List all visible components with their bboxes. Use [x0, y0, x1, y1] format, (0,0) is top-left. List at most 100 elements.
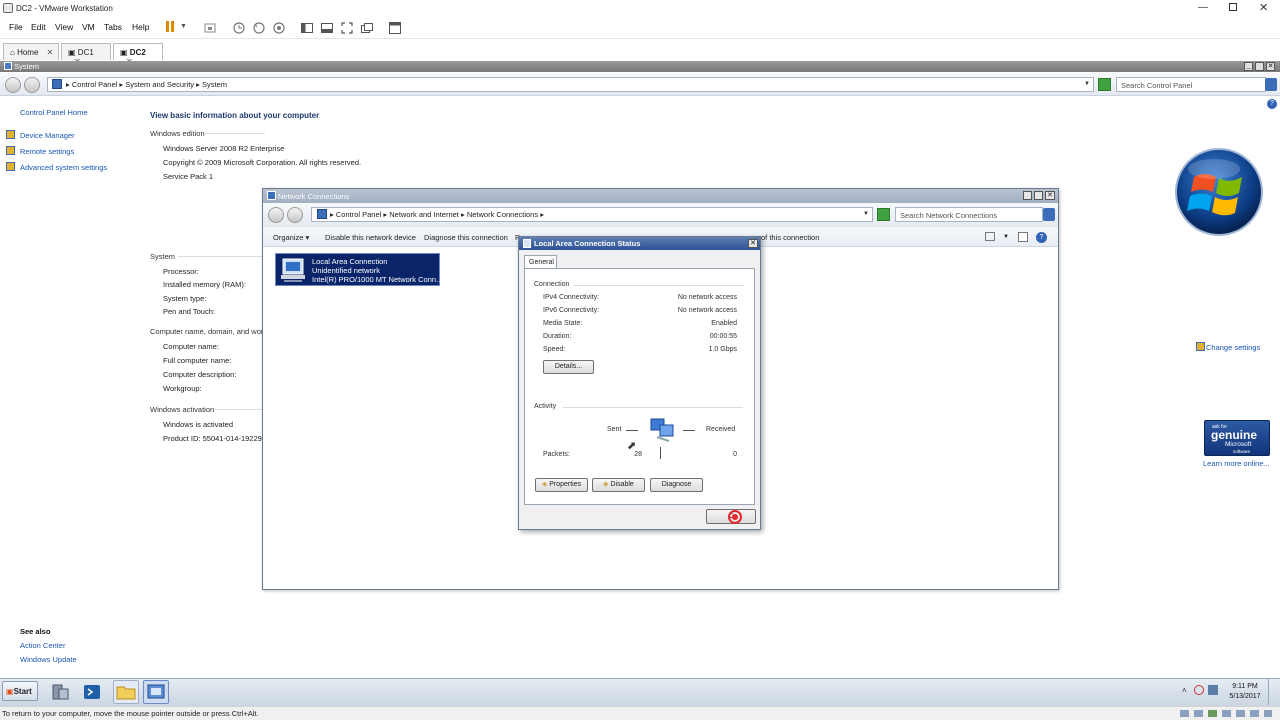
search-network-connections-input[interactable]: Search Network Connections: [895, 207, 1043, 222]
system-restore-icon[interactable]: [1255, 62, 1264, 71]
search-control-panel-input[interactable]: Search Control Panel: [1116, 77, 1266, 92]
breadcrumb-control-panel[interactable]: Control Panel: [336, 210, 381, 219]
menu-edit[interactable]: Edit: [31, 22, 46, 32]
connection-adapter: Intel(R) PRO/1000 MT Network Conn...: [312, 275, 443, 284]
device-status-icons[interactable]: [1178, 709, 1274, 718]
breadcrumb-system-security[interactable]: System and Security: [125, 80, 194, 89]
close-icon[interactable]: ✕: [1259, 1, 1268, 14]
tab-home[interactable]: ⌂ Home ✕: [3, 43, 59, 60]
remote-settings-link[interactable]: Remote settings: [20, 147, 74, 156]
menu-tabs[interactable]: Tabs: [104, 22, 122, 32]
back-icon[interactable]: [5, 77, 21, 93]
advanced-system-settings-link[interactable]: Advanced system settings: [20, 163, 107, 172]
windows-activation-heading: Windows activation: [150, 405, 215, 414]
system-close-icon[interactable]: ✕: [1266, 62, 1275, 71]
start-button[interactable]: ▣Start: [2, 681, 38, 701]
server-manager-icon[interactable]: [50, 682, 70, 702]
properties-button[interactable]: ◈ Properties: [535, 478, 588, 492]
general-tab-panel: [524, 268, 755, 505]
preview-pane-icon[interactable]: [1018, 232, 1028, 242]
show-hidden-icons-icon[interactable]: ˄: [1182, 686, 1187, 695]
refresh-icon[interactable]: [877, 208, 890, 221]
tab-home-label: Home: [17, 48, 39, 57]
console-view-icon[interactable]: [388, 21, 402, 35]
local-area-connection-item[interactable]: Local Area Connection Unidentified netwo…: [275, 253, 443, 286]
pause-icon[interactable]: [165, 21, 175, 32]
search-icon[interactable]: [1265, 78, 1277, 91]
thumbnail-bar-icon[interactable]: [320, 21, 334, 35]
device-manager-link[interactable]: Device Manager: [20, 131, 75, 140]
details-button[interactable]: Details...: [543, 360, 594, 374]
help-icon[interactable]: ?: [1036, 232, 1047, 243]
minimize-icon[interactable]: —: [1198, 2, 1208, 13]
breadcrumb-control-panel[interactable]: Control Panel: [72, 80, 117, 89]
change-settings-connection-button[interactable]: of this connection: [761, 233, 819, 242]
show-desktop-button[interactable]: [1268, 679, 1279, 705]
refresh-icon[interactable]: [1098, 78, 1111, 91]
back-icon[interactable]: [268, 207, 284, 223]
pause-dropdown-icon[interactable]: ▼: [180, 23, 187, 30]
control-panel-taskbar-icon[interactable]: [143, 680, 169, 704]
tab-general[interactable]: General: [524, 255, 557, 269]
organize-menu[interactable]: Organize ▾: [273, 233, 309, 242]
ipv6-connectivity-label: IPv6 Connectivity:: [543, 307, 600, 314]
tab-close-icon[interactable]: ✕: [47, 48, 54, 57]
unity-icon[interactable]: [360, 21, 374, 35]
snapshot-manager-icon[interactable]: [272, 21, 286, 35]
change-settings-link[interactable]: Change settings: [1206, 343, 1260, 352]
control-panel-home-link[interactable]: Control Panel Home: [20, 108, 88, 117]
search-icon[interactable]: [1043, 208, 1055, 221]
diagnose-connection-button[interactable]: Diagnose this connection: [424, 233, 508, 242]
learn-more-online-link[interactable]: Learn more online...: [1203, 459, 1270, 468]
clock-time[interactable]: 9:11 PM: [1227, 683, 1263, 690]
menu-vm[interactable]: VM: [82, 22, 95, 32]
nc-maximize-icon[interactable]: [1034, 191, 1043, 200]
action-center-link[interactable]: Action Center: [20, 641, 65, 650]
activity-section-heading: Activity: [534, 403, 557, 410]
send-ctrl-alt-del-icon[interactable]: [203, 21, 217, 35]
breadcrumb-network-connections[interactable]: Network Connections: [467, 210, 538, 219]
restore-icon[interactable]: [1229, 3, 1237, 11]
revert-snapshot-icon[interactable]: [252, 21, 266, 35]
forward-icon[interactable]: [287, 207, 303, 223]
nc-minimize-icon[interactable]: [1023, 191, 1032, 200]
genuine-microsoft-badge[interactable]: ask for genuine Microsoft software: [1204, 420, 1270, 456]
menu-file[interactable]: File: [9, 22, 23, 32]
nc-close-icon[interactable]: ✕: [1045, 191, 1055, 200]
connection-network-status: Unidentified network: [312, 266, 380, 275]
address-dropdown-icon[interactable]: ▼: [1084, 81, 1090, 87]
clock-date[interactable]: 5/13/2017: [1227, 693, 1263, 700]
breadcrumb-network-internet[interactable]: Network and Internet: [389, 210, 459, 219]
shield-icon: [6, 130, 15, 139]
powershell-icon[interactable]: [82, 682, 102, 702]
disable-device-button[interactable]: Disable this network device: [325, 233, 416, 242]
view-options-icon[interactable]: [985, 232, 995, 241]
windows-edition-heading: Windows edition: [150, 129, 205, 138]
tab-dc2[interactable]: ▣ DC2 ✕: [113, 43, 163, 66]
forward-icon[interactable]: [24, 77, 40, 93]
disable-button[interactable]: ◈ Disable: [592, 478, 645, 492]
menu-help[interactable]: Help: [132, 22, 149, 32]
menu-view[interactable]: View: [55, 22, 73, 32]
status-dialog-close-icon[interactable]: ✕: [748, 239, 758, 248]
status-hint-text: To return to your computer, move the mou…: [2, 709, 259, 718]
memory-label: Installed memory (RAM):: [163, 280, 246, 289]
speed-label: Speed:: [543, 346, 566, 353]
system-minimize-icon[interactable]: _: [1244, 62, 1253, 71]
diagnose-button[interactable]: Diagnose: [650, 478, 703, 492]
view-dropdown-icon[interactable]: ▼: [1003, 234, 1009, 240]
explorer-icon[interactable]: [113, 680, 139, 704]
sidebar-toggle-icon[interactable]: [300, 21, 314, 35]
network-icon: [523, 239, 531, 248]
help-icon[interactable]: ?: [1267, 99, 1277, 109]
processor-label: Processor:: [163, 267, 199, 276]
tab-dc1[interactable]: ▣ DC1 ✕: [61, 43, 111, 66]
windows-update-link[interactable]: Windows Update: [20, 655, 77, 664]
network-tray-icon[interactable]: [1208, 685, 1218, 695]
breadcrumb-system[interactable]: System: [202, 80, 227, 89]
divider: [563, 407, 743, 408]
action-center-tray-icon[interactable]: [1194, 685, 1204, 695]
full-screen-icon[interactable]: [340, 21, 354, 35]
address-dropdown-icon[interactable]: ▼: [863, 211, 869, 217]
snapshot-icon[interactable]: [232, 21, 246, 35]
